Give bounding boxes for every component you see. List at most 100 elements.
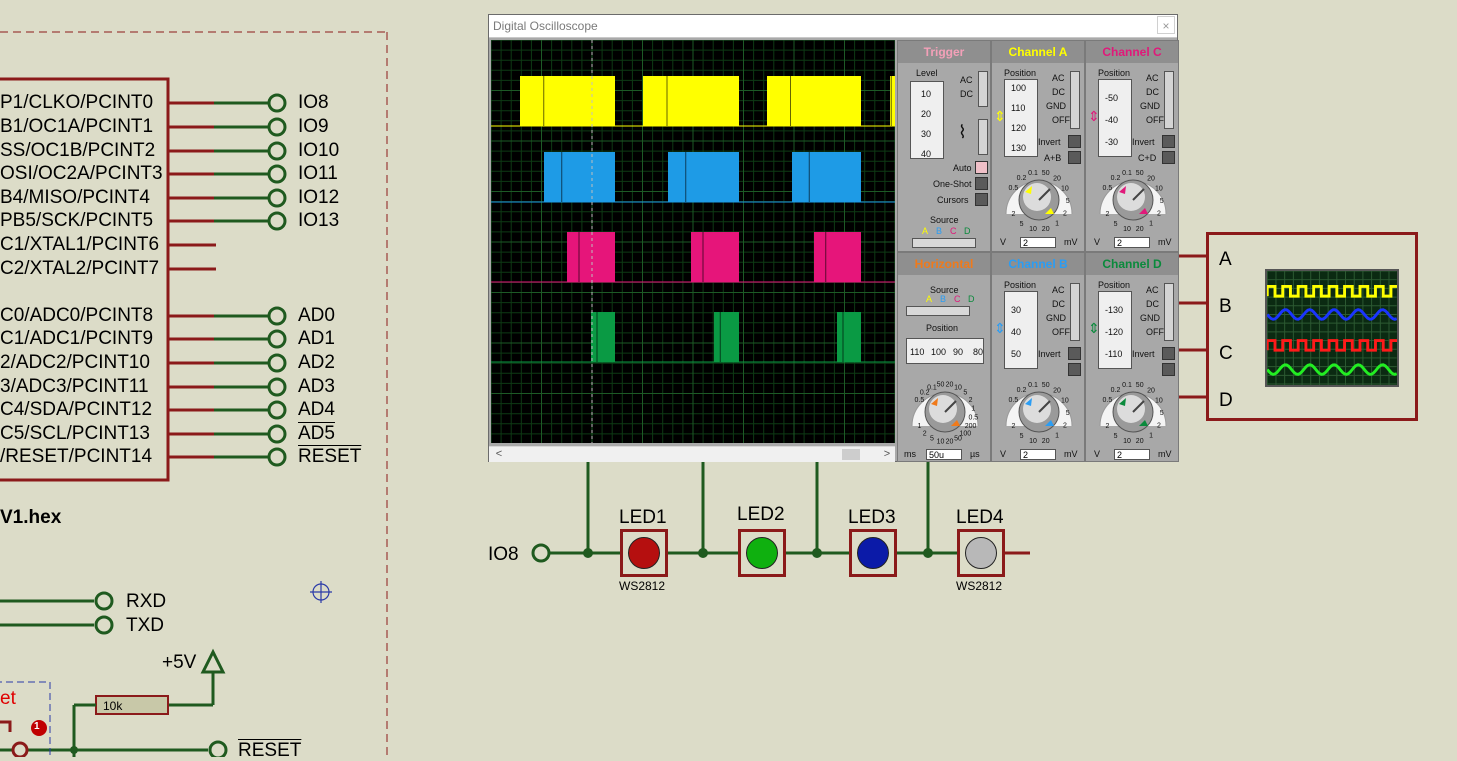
channel-invert-button[interactable]: [1068, 347, 1081, 360]
channel-invert-button[interactable]: [1162, 135, 1175, 148]
led-2[interactable]: [738, 529, 786, 577]
knob-scale-label: 0.5: [1103, 185, 1113, 192]
mcu-terminal-label: AD5: [298, 423, 335, 444]
horizontal-source-d[interactable]: D: [968, 295, 975, 304]
channel-coupling-switch[interactable]: [1164, 283, 1174, 341]
led-3[interactable]: [849, 529, 897, 577]
led-name-label: LED4: [956, 507, 1004, 528]
trigger-cursors-button[interactable]: [975, 193, 988, 206]
channel-position-label: Position: [1098, 68, 1131, 78]
knob-scale-label: 20: [1042, 438, 1050, 445]
channel-coupling-label: DC: [1146, 299, 1159, 309]
channel-position-drum[interactable]: 30 40 50: [1004, 291, 1038, 369]
trace-pulse: [520, 76, 615, 126]
oscilloscope-window[interactable]: Digital Oscilloscope × < > Trigger Level…: [488, 14, 1179, 462]
knob-scale-label: 0.5: [1009, 397, 1019, 404]
channel-coupling-label: AC: [1146, 73, 1159, 83]
channel-position-drum[interactable]: 100 110 120 130: [1004, 79, 1038, 157]
horizontal-source-a[interactable]: A: [926, 295, 932, 304]
knob-scale-label: 1: [1149, 220, 1153, 227]
trigger-drum-value: 30: [921, 129, 932, 139]
terminal-circle: [267, 211, 287, 231]
channel-position-label: Position: [1004, 68, 1037, 78]
knob-scale-label: 2: [923, 430, 927, 437]
oscilloscope-titlebar[interactable]: Digital Oscilloscope ×: [489, 15, 1177, 38]
channel-volts-knob[interactable]: 0.50.20.1 502010521201052: [994, 160, 1084, 240]
channel-invert-button[interactable]: [1162, 347, 1175, 360]
channel-drum-value: -120: [1105, 327, 1124, 337]
trigger-source-b[interactable]: B: [936, 227, 942, 236]
horizontal-source-slider[interactable]: [906, 306, 970, 316]
channel-volts-knob[interactable]: 0.50.20.1 502010521201052: [1088, 160, 1178, 240]
knob-scale-label: 0.1: [1122, 170, 1132, 177]
terminal-circle: [267, 400, 287, 420]
scroll-right-icon[interactable]: >: [879, 447, 895, 462]
led-name-label: LED1: [619, 507, 667, 528]
trigger-level-drum[interactable]: 10 20 30 40: [910, 81, 944, 159]
trigger-oneshot-button[interactable]: [975, 177, 988, 190]
channel-drum-value: -110: [1105, 349, 1123, 359]
horizontal-source-b[interactable]: B: [940, 295, 946, 304]
channel-title: Channel B: [992, 253, 1084, 275]
horizontal-title: Horizontal: [898, 253, 990, 275]
channel-drum-value: 30: [1011, 305, 1022, 315]
timebase-knob[interactable]: 0.50.20.1 50 20 105210.5200100502010521: [900, 372, 990, 452]
channel-coupling-switch[interactable]: [1070, 71, 1080, 129]
channel-coupling-switch[interactable]: [1164, 71, 1174, 129]
channel-volts-knob[interactable]: 0.50.20.1 502010521201052: [994, 372, 1084, 452]
oscilloscope-display[interactable]: [491, 40, 895, 443]
mcu-pin-label: P1/CLKO/PCINT0: [0, 92, 154, 113]
hex-file-label: V1.hex: [0, 507, 62, 528]
channel-drum-value: -130: [1105, 305, 1124, 315]
timebase-value-field[interactable]: 50u: [926, 449, 962, 460]
la-channel-a-label: A: [1219, 249, 1232, 270]
knob-scale-label: 2: [1157, 422, 1161, 429]
mcu-terminal-label: IO12: [298, 187, 340, 208]
channel-invert-label: Invert: [1132, 137, 1155, 147]
channel-coupling-label: GND: [1140, 101, 1160, 111]
trigger-auto-button[interactable]: [975, 161, 988, 174]
trigger-auto-label: Auto: [953, 163, 972, 173]
logic-analyzer-symbol[interactable]: A B C D: [1206, 232, 1418, 421]
knob-scale-label: 10: [1029, 226, 1037, 233]
horizontal-position-label: Position: [926, 323, 959, 333]
channel-drum-value: 110: [1011, 103, 1026, 113]
trigger-edge-icon[interactable]: ⌇: [958, 123, 967, 141]
channel-coupling-label: GND: [1140, 313, 1160, 323]
channel-position-drum[interactable]: -50 -40 -30: [1098, 79, 1132, 157]
close-button[interactable]: ×: [1157, 16, 1175, 34]
trace-pulse: [544, 152, 615, 202]
knob-scale-label: 2: [1105, 423, 1109, 430]
rxd-label: RXD: [126, 591, 167, 612]
trigger-coupling-switch[interactable]: [978, 71, 988, 107]
channel-position-arrow-icon: ⇕: [994, 320, 1006, 336]
trigger-source-c[interactable]: C: [950, 227, 957, 236]
knob-scale-label: 5: [1160, 198, 1164, 205]
channel-coupling-switch[interactable]: [1070, 283, 1080, 341]
horizontal-source-c[interactable]: C: [954, 295, 961, 304]
trigger-panel: Trigger Level 10 20 30 40 AC DC ⌇ Auto O…: [897, 40, 991, 252]
terminal-circle: [267, 117, 287, 137]
channel-invert-button[interactable]: [1068, 135, 1081, 148]
horizontal-scrollbar[interactable]: < >: [489, 446, 895, 462]
trigger-source-a[interactable]: A: [922, 227, 928, 236]
led-4[interactable]: [957, 529, 1005, 577]
mcu-pin-label: C5/SCL/PCINT13: [0, 423, 150, 444]
scroll-left-icon[interactable]: <: [491, 447, 507, 462]
led-1[interactable]: [620, 529, 668, 577]
terminal-circle: [267, 353, 287, 373]
trigger-source-d[interactable]: D: [964, 227, 971, 236]
channel-volts-knob[interactable]: 0.50.20.1 502010521201052: [1088, 372, 1178, 452]
horizontal-position-drum[interactable]: 110 100 90 80: [906, 338, 984, 364]
knob-scale-label: 20: [1147, 176, 1155, 183]
knob-scale-label: 2: [1105, 211, 1109, 218]
terminal-circle: [267, 164, 287, 184]
knob-scale-label: 20: [1136, 438, 1144, 445]
terminal-circle: [267, 188, 287, 208]
knob-scale-label: 0.1: [927, 384, 937, 391]
trigger-source-slider[interactable]: [912, 238, 976, 248]
trigger-edge-switch[interactable]: [978, 119, 988, 155]
channel-position-drum[interactable]: -130 -120 -110: [1098, 291, 1132, 369]
scroll-thumb[interactable]: [842, 449, 860, 460]
mcu-pin-label: C1/XTAL1/PCINT6: [0, 234, 160, 255]
